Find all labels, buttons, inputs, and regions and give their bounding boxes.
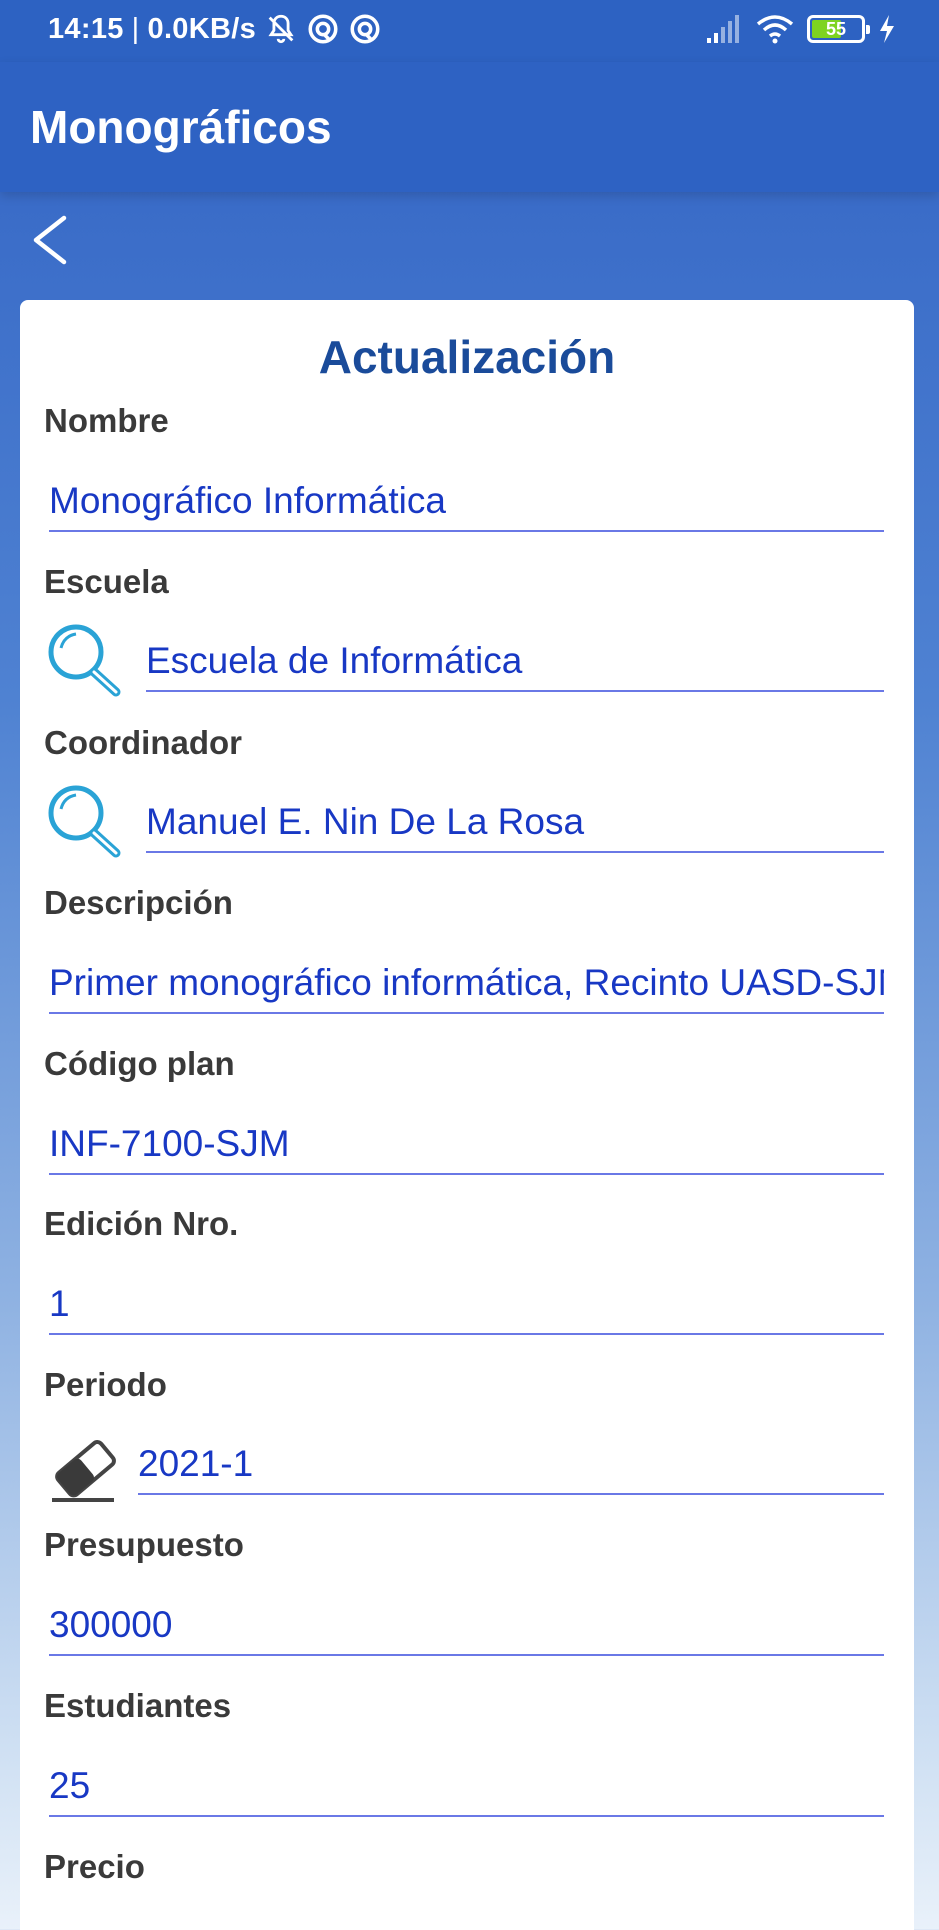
app-notification-icon-2 (350, 14, 380, 44)
search-coordinador-icon[interactable] (44, 781, 124, 861)
codigo-plan-input[interactable]: INF-7100-SJM (49, 1117, 884, 1175)
status-bar: 14:15 | 0.0KB/s 55 (0, 0, 939, 62)
edicion-input[interactable]: 1 (49, 1277, 884, 1335)
descripcion-label: Descripción (44, 884, 233, 921)
app-notification-icon (308, 14, 338, 44)
app-title: Monográficos (30, 101, 332, 153)
update-form-card: Actualización Nombre Monográfico Informá… (20, 300, 914, 1930)
search-escuela-icon[interactable] (44, 620, 124, 700)
app-bar: Monográficos (0, 62, 939, 192)
notifications-off-icon (268, 14, 294, 44)
periodo-input[interactable]: 2021-1 (138, 1437, 884, 1495)
battery-level: 55 (825, 18, 847, 39)
battery-icon: 55 (807, 15, 870, 43)
back-arrow-icon[interactable] (26, 210, 76, 270)
coordinador-label: Coordinador (44, 724, 242, 761)
nombre-input[interactable]: Monográfico Informática (49, 474, 884, 532)
eraser-icon[interactable] (44, 1430, 124, 1510)
coordinador-input[interactable]: Manuel E. Nin De La Rosa (146, 795, 884, 853)
codigo-plan-label: Código plan (44, 1045, 235, 1082)
presupuesto-input[interactable]: 300000 (49, 1598, 884, 1656)
network-speed: 0.0KB/s (147, 12, 257, 45)
nombre-label: Nombre (44, 402, 169, 439)
form-title: Actualización (318, 331, 616, 383)
edicion-label: Edición Nro. (44, 1205, 239, 1242)
signal-icon (707, 15, 739, 43)
estudiantes-label: Estudiantes (44, 1687, 232, 1724)
charging-icon (880, 15, 894, 43)
periodo-label: Periodo (44, 1366, 167, 1403)
descripcion-input[interactable]: Primer monográfico informática, Recinto … (49, 956, 884, 1014)
presupuesto-label: Presupuesto (44, 1526, 244, 1563)
status-time: 14:15 (48, 12, 124, 45)
wifi-icon (756, 15, 794, 44)
escuela-label: Escuela (44, 563, 169, 600)
escuela-input[interactable]: Escuela de Informática (146, 634, 884, 692)
precio-label: Precio (44, 1848, 145, 1885)
estudiantes-input[interactable]: 25 (49, 1759, 884, 1817)
